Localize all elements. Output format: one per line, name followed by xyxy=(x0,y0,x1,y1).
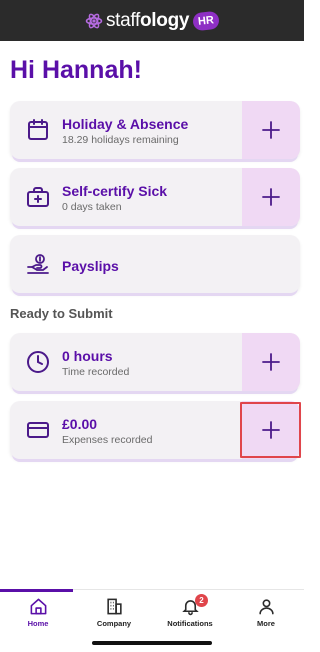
home-icon xyxy=(30,598,46,615)
section-title-ready-to-submit: Ready to Submit xyxy=(10,306,113,321)
add-time-button[interactable] xyxy=(242,333,300,391)
app-logo: staffology HR xyxy=(85,9,220,32)
card-title: Holiday & Absence xyxy=(62,116,189,132)
card-expenses-recorded[interactable]: £0.00 Expenses recorded xyxy=(10,401,300,459)
tab-notifications[interactable]: 2 Notifications xyxy=(152,590,228,636)
card-subtitle: Expenses recorded xyxy=(62,434,153,446)
home-indicator xyxy=(92,641,212,645)
tab-label: Home xyxy=(27,619,49,628)
person-icon xyxy=(258,599,274,615)
card-subtitle: 18.29 holidays remaining xyxy=(62,134,179,146)
credit-card-icon xyxy=(27,422,49,438)
logo-hr-badge: HR xyxy=(192,10,220,31)
plus-icon xyxy=(262,121,280,139)
clock-icon xyxy=(27,351,49,373)
add-sick-button[interactable] xyxy=(242,168,300,226)
card-title: 0 hours xyxy=(62,348,113,364)
card-subtitle: Time recorded xyxy=(62,366,130,378)
tab-more[interactable]: More xyxy=(228,590,304,636)
card-subtitle: 0 days taken xyxy=(62,201,122,213)
add-expense-button[interactable] xyxy=(242,401,300,459)
card-title: Self-certify Sick xyxy=(62,183,168,199)
medical-kit-icon xyxy=(27,187,49,207)
add-holiday-button[interactable] xyxy=(242,101,300,159)
logo-atom-icon xyxy=(85,13,103,28)
bottom-tab-bar: Home Company 2 Notifications More xyxy=(0,589,304,636)
calendar-icon xyxy=(28,119,48,140)
tab-company[interactable]: Company xyxy=(76,590,152,636)
tab-home[interactable]: Home xyxy=(0,589,76,636)
notification-count-badge: 2 xyxy=(195,594,208,607)
plus-icon xyxy=(262,353,280,371)
building-icon xyxy=(106,598,122,615)
card-time-recorded[interactable]: 0 hours Time recorded xyxy=(10,333,300,391)
card-title: £0.00 xyxy=(62,416,98,432)
card-holiday-absence[interactable]: Holiday & Absence 18.29 holidays remaini… xyxy=(10,101,300,159)
greeting-title: Hi Hannah! xyxy=(10,56,142,84)
app-header: staffology HR xyxy=(0,0,304,41)
card-title: Payslips xyxy=(62,258,119,274)
plus-icon xyxy=(262,188,280,206)
tab-label: More xyxy=(257,619,275,628)
hand-money-icon xyxy=(27,254,49,274)
tab-label: Company xyxy=(96,619,132,628)
logo-text: staffology xyxy=(105,9,190,31)
plus-icon xyxy=(262,421,280,439)
tab-label: Notifications xyxy=(167,619,213,628)
card-self-certify-sick[interactable]: Self-certify Sick 0 days taken xyxy=(10,168,300,226)
card-payslips[interactable]: Payslips xyxy=(10,235,300,293)
